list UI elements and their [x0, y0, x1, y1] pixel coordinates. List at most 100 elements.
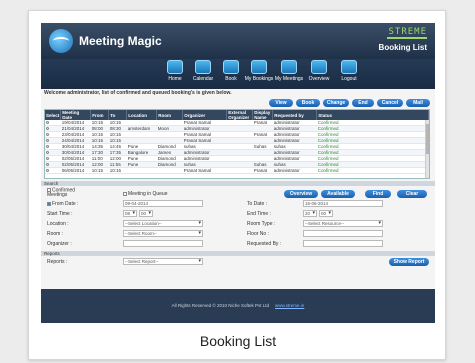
table-header-row: Select Meeting Date From To Location Roo… [45, 110, 429, 120]
app-header: Meeting Magic STREME Booking List [41, 23, 435, 59]
cell-status: Confirmed [316, 167, 429, 175]
main-nav: Home Calendar Book My Bookings My Meetin… [41, 59, 435, 89]
cell-requested-by: administrator [272, 167, 317, 175]
scrollbar-thumb[interactable] [426, 124, 429, 154]
from-date-option[interactable]: From Date : [47, 201, 78, 207]
image-card: Meeting Magic STREME Booking List Home C… [28, 10, 446, 360]
cell-date: 06/05/2014 [60, 167, 91, 175]
cancel-button[interactable]: Cancel [377, 99, 403, 107]
from-date-label: From Date : [52, 201, 79, 207]
col-room: Room [156, 110, 184, 120]
start-minute-select[interactable]: 00 [139, 210, 153, 217]
table-scrollbar[interactable] [425, 120, 429, 178]
brand-logo: STREME [388, 27, 427, 37]
row-select-radio[interactable] [46, 157, 49, 161]
col-external-organizer: External Organizer [226, 110, 254, 120]
nav-label: Logout [341, 76, 357, 82]
book-button[interactable]: Book [296, 99, 320, 107]
meeting-in-queue-label: Meeting in Queue [128, 191, 168, 197]
organizer-input[interactable] [123, 240, 203, 247]
room-type-select[interactable]: --Select Resource-- [303, 220, 383, 227]
calendar-icon [195, 60, 211, 74]
to-date-label: To Date : [247, 201, 268, 207]
col-organizer: Organizer [182, 110, 228, 120]
start-time-label: Start Time : [47, 211, 73, 217]
report-select[interactable]: --Select Report-- [123, 258, 203, 265]
reports-section-header: Reports [41, 251, 435, 256]
book-icon [223, 60, 239, 74]
cell-to: 10:15 [108, 167, 127, 175]
location-select[interactable]: --Select Location-- [123, 220, 203, 227]
cell-external-organizer [226, 167, 253, 175]
my-meetings-icon [281, 60, 297, 74]
col-meeting-date: Meeting Date [60, 110, 92, 120]
row-select-radio[interactable] [46, 169, 49, 173]
start-hour-select[interactable]: 08 [123, 210, 137, 217]
overview-icon [311, 60, 327, 74]
logo-swoosh-icon [53, 37, 69, 45]
row-select-radio[interactable] [46, 139, 49, 143]
copyright-text: All Rights Reserved © 2010 Niche Softek … [171, 303, 270, 308]
col-display-name: Display Name [252, 110, 274, 120]
row-select-radio[interactable] [46, 121, 49, 125]
table-row[interactable]: 06/05/2014 10:15 10:15 Pranat Samal Pran… [45, 167, 429, 175]
confirmed-meetings-label: Confirmed Meetings [47, 187, 76, 199]
end-minute-select[interactable]: 00 [319, 210, 333, 217]
row-select-radio[interactable] [46, 163, 49, 167]
app-title: Meeting Magic [79, 34, 162, 48]
to-date-input[interactable]: 16-06-2014 [303, 200, 383, 207]
welcome-message: Welcome administrator, list of confirmed… [44, 90, 232, 96]
cell-organizer: Pranat Samal [182, 167, 227, 175]
page-title: Booking List [378, 43, 427, 52]
from-date-checkbox[interactable] [47, 201, 51, 206]
cell-room [156, 167, 183, 175]
row-select-radio[interactable] [46, 151, 49, 155]
end-hour-select[interactable]: 20 [303, 210, 317, 217]
mail-button[interactable]: Mail [406, 99, 430, 107]
app-footer: All Rights Reserved © 2010 Niche Softek … [41, 289, 435, 323]
floor-no-input[interactable] [303, 230, 383, 237]
from-date-input[interactable]: 09-04-2014 [123, 200, 203, 207]
col-status: Status [316, 110, 429, 120]
room-type-label: Room Type : [247, 221, 276, 227]
image-caption: Booking List [199, 333, 277, 349]
show-report-button[interactable]: Show Report [389, 258, 429, 266]
app-screenshot: Meeting Magic STREME Booking List Home C… [41, 23, 435, 323]
location-label: Location : [47, 221, 69, 227]
col-to: To [108, 110, 128, 120]
my-bookings-icon [251, 60, 267, 74]
col-select: Select [45, 110, 62, 120]
row-select-radio[interactable] [46, 145, 49, 149]
brand-underline [387, 37, 427, 39]
col-requested-by: Requested by [272, 110, 318, 120]
row-select-radio[interactable] [46, 127, 49, 131]
end-button[interactable]: End [352, 99, 374, 107]
requested-by-label: Requested By : [247, 241, 282, 247]
home-icon [167, 60, 183, 74]
nav-item-logout[interactable]: Logout [329, 60, 369, 82]
meeting-in-queue-checkbox[interactable] [123, 191, 127, 196]
change-button[interactable]: Change [323, 99, 349, 107]
view-button[interactable]: View [269, 99, 293, 107]
meeting-in-queue-option[interactable]: Meeting in Queue [123, 191, 167, 197]
room-select[interactable]: --Select Room-- [123, 230, 203, 237]
logout-icon [341, 60, 357, 74]
confirmed-meetings-option[interactable]: Confirmed Meetings [47, 188, 91, 198]
floor-no-label: Floor No : [247, 231, 269, 237]
search-section-header: Search [41, 181, 435, 186]
organizer-label: Organizer : [47, 241, 72, 247]
col-location: Location [126, 110, 158, 120]
find-button[interactable]: Find [365, 190, 391, 198]
reports-label: Reports : [47, 259, 68, 265]
row-select-radio[interactable] [46, 133, 49, 137]
end-time-label: End Time : [247, 211, 271, 217]
available-button[interactable]: Available [321, 190, 355, 198]
clear-button[interactable]: Clear [397, 190, 427, 198]
cell-display-name: Pranat [252, 167, 273, 175]
cell-from: 10:15 [90, 167, 109, 175]
requested-by-input[interactable] [303, 240, 383, 247]
footer-link[interactable]: www.streme.in [275, 303, 304, 308]
overview-button[interactable]: Overview [284, 190, 318, 198]
bookings-table: Select Meeting Date From To Location Roo… [44, 109, 430, 179]
cell-location [126, 167, 157, 175]
